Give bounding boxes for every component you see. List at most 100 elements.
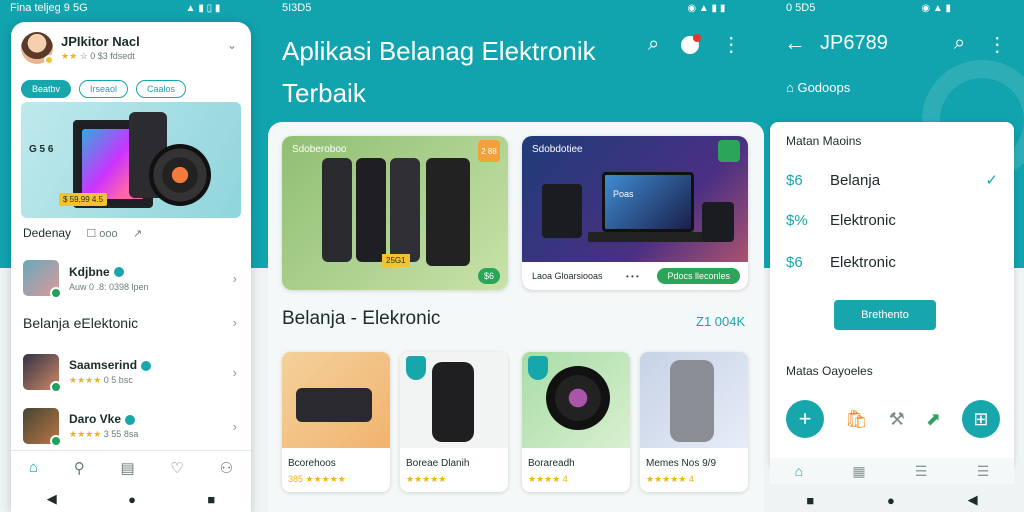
- product-card[interactable]: Bcorehoos 385 ★★★★★: [282, 352, 390, 492]
- back-icon[interactable]: ◀: [968, 492, 978, 508]
- chevron-down-icon[interactable]: ⌄: [227, 38, 237, 52]
- list-item[interactable]: Saamserind ★★★★ 0 5 bsc ›: [23, 352, 237, 393]
- more-icon[interactable]: ⋮: [721, 32, 741, 57]
- home-icon[interactable]: ⌂: [795, 463, 803, 479]
- card-label: Sdoberoboo: [292, 144, 347, 155]
- add-icon[interactable]: +: [786, 400, 824, 438]
- product-name: Boreae Dlanih: [406, 458, 470, 469]
- currency-icon: $6: [786, 171, 803, 189]
- rating-stars: ★★★★: [69, 375, 102, 385]
- rating-stars: ★★: [61, 51, 78, 61]
- home-icon[interactable]: ⌂: [29, 459, 38, 476]
- product-image: [640, 352, 748, 448]
- avatar[interactable]: [21, 32, 54, 65]
- speaker-image: [702, 202, 734, 242]
- speaker-image: [149, 144, 211, 206]
- status-bar-right: 0 5D5 ◉ ▲ ▮: [786, 0, 951, 16]
- menu-icon[interactable]: ☰: [977, 463, 990, 480]
- featured-card-laptop[interactable]: Sdobdotiee Poas Laoa Gloarsiooas • • • P…: [522, 136, 748, 290]
- menu-item[interactable]: $6 Elektronic: [786, 248, 998, 276]
- right-menu-panel: Matan Maoins $6 Belanja ✓ $% Elektronic …: [770, 122, 1014, 468]
- message-icon[interactable]: ☐ ooo: [86, 228, 117, 240]
- back-icon[interactable]: ◀: [47, 491, 57, 507]
- contact-meta: 3 55 8sa: [103, 429, 139, 439]
- menu-item-label: Belanja: [830, 171, 881, 189]
- product-rating: ★★★★★: [406, 474, 447, 484]
- favorite-icon[interactable]: ♡: [170, 459, 183, 477]
- profile-name: JPIkitor Nacl: [61, 34, 140, 49]
- trend-icon[interactable]: ⬈: [926, 409, 941, 430]
- chip-3[interactable]: Caalos: [136, 80, 187, 98]
- grid-icon[interactable]: ⊞: [961, 400, 1000, 438]
- chip-1[interactable]: Beatbv: [21, 80, 72, 98]
- card-action[interactable]: Pdocs lleconles: [657, 268, 740, 284]
- signal-icons: ◉ ▲ ▮: [921, 2, 952, 14]
- recents-icon[interactable]: ■: [806, 493, 814, 508]
- right-app-bar: ← JP6789: [784, 30, 888, 56]
- currency-icon: $%: [786, 211, 808, 229]
- right-subtitle[interactable]: ⌂ Godoops: [786, 80, 850, 95]
- product-rating: ★★★★ 4: [528, 474, 568, 484]
- powerbank-shape: [296, 388, 372, 422]
- carousel-dots[interactable]: • • •: [626, 272, 639, 281]
- chip-2[interactable]: Irseaol: [79, 80, 129, 98]
- bookmark-icon[interactable]: [406, 356, 426, 380]
- profile-icon[interactable]: ⚇: [220, 459, 233, 477]
- screen-text: Poas: [613, 189, 634, 199]
- header-actions: ⌕ ⋮: [648, 32, 741, 57]
- recents-icon[interactable]: ■: [207, 492, 215, 507]
- home-button-icon[interactable]: ●: [887, 493, 895, 508]
- list-item[interactable]: Daro Vke ★★★★ 3 55 8sa ›: [23, 406, 237, 447]
- tools-icon[interactable]: ⚒: [889, 409, 905, 430]
- category-icon[interactable]: ▦: [852, 463, 865, 480]
- menu-item[interactable]: $% Elektronic: [786, 206, 998, 234]
- shopping-bag-icon[interactable]: 🛍: [845, 409, 868, 430]
- section-title: Belanja eElektonic: [23, 315, 139, 331]
- search-icon[interactable]: ⌕: [648, 33, 659, 56]
- orders-icon[interactable]: ▤: [120, 459, 134, 477]
- product-name: Bcorehoos: [288, 458, 336, 469]
- record-icon[interactable]: [681, 33, 702, 54]
- product-image: [282, 352, 390, 448]
- status-text: 0 5D5: [786, 2, 816, 14]
- laptop-keyboard: [588, 232, 708, 242]
- menu-item[interactable]: $6 Belanja ✓: [786, 166, 998, 194]
- product-card[interactable]: Memes Nos 9/9 ★★★★★ 4: [640, 352, 748, 492]
- search-icon[interactable]: ⚲: [74, 459, 85, 477]
- featured-card-phones[interactable]: Sdoberoboo 2 88 25G1 $6: [282, 136, 508, 290]
- card-action[interactable]: $6: [477, 268, 500, 284]
- product-rating: ★★★★★ 4: [646, 474, 694, 484]
- signal-icons: ◉ ▲ ▮ ▮: [687, 2, 726, 14]
- promo-banner[interactable]: G 5 6 $ 59,99 4.5: [21, 102, 241, 218]
- more-icon[interactable]: ⋮: [987, 32, 1007, 57]
- back-arrow-icon[interactable]: ←: [784, 30, 806, 56]
- speaker-shape: [546, 366, 610, 430]
- contact-name: Saamserind: [69, 358, 138, 372]
- verified-icon: [113, 267, 124, 278]
- profile-header[interactable]: JPIkitor Nacl ★★ ☆ 0 $3 fdsedt ⌄: [21, 30, 241, 66]
- quick-actions: + 🛍 ⚒ ⬈ ⊞: [786, 400, 1000, 438]
- section-title: Belanja - Elekronic: [282, 308, 441, 329]
- search-icon[interactable]: ⌕: [954, 32, 965, 57]
- watch-shape: [432, 362, 474, 442]
- share-icon[interactable]: ↗: [133, 228, 142, 240]
- primary-button[interactable]: Brethento: [834, 300, 936, 330]
- list-icon[interactable]: ☰: [915, 463, 928, 480]
- bookmark-icon[interactable]: [528, 356, 548, 380]
- section-link[interactable]: Z1 004K: [696, 314, 745, 329]
- chevron-right-icon: ›: [232, 418, 237, 434]
- section-header[interactable]: Belanja eElektonic ›: [23, 315, 237, 331]
- home-button-icon[interactable]: ●: [128, 492, 136, 507]
- status-bar-middle: 5I3D5 ◉ ▲ ▮ ▮: [282, 0, 725, 16]
- product-image: [400, 352, 508, 448]
- speaker-image: [426, 158, 470, 266]
- list-item[interactable]: Kdjbne Auw 0 .8: 0398 lpen ›: [23, 258, 237, 299]
- product-card[interactable]: Boreae Dlanih ★★★★★: [400, 352, 508, 492]
- contact-photo: [23, 260, 62, 299]
- card-footer-text: Laoa Gloarsiooas: [532, 271, 603, 281]
- product-card[interactable]: Borareadh ★★★★ 4: [522, 352, 630, 492]
- page-title: Aplikasi Belanag Elektronik Terbaik: [282, 36, 596, 108]
- contact-name: Kdjbne: [69, 264, 110, 279]
- status-dot: [44, 55, 54, 65]
- panel-heading: Matan Maoins: [786, 134, 862, 148]
